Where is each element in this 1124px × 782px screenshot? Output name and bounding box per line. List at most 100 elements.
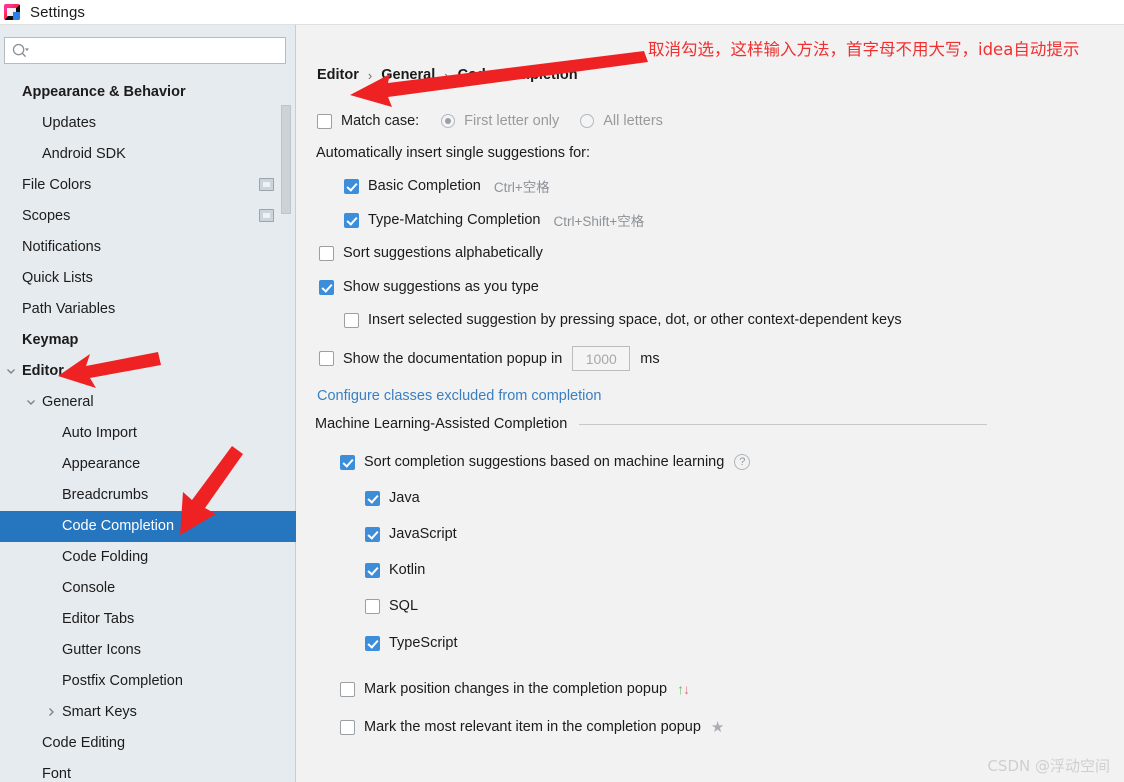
sidebar-item-quick-lists[interactable]: Quick Lists <box>0 263 296 294</box>
sort-alphabetically-row: Sort suggestions alphabetically <box>319 245 543 261</box>
sidebar-item-label: Notifications <box>22 239 101 256</box>
show-as-you-type-checkbox[interactable] <box>319 279 334 295</box>
sidebar-item-path-variables[interactable]: Path Variables <box>0 294 296 325</box>
basic-completion-shortcut: Ctrl+空格 <box>493 180 550 195</box>
doc-popup-unit-label: ms <box>640 350 660 367</box>
sidebar-item-label: Code Folding <box>62 549 149 566</box>
chevron-down-icon[interactable] <box>5 365 17 377</box>
basic-completion-checkbox[interactable] <box>344 178 359 194</box>
radio-first-letter-only-label: First letter only <box>464 113 560 129</box>
sidebar-item-console[interactable]: Console <box>0 573 296 604</box>
sidebar-item-label: Font <box>42 766 72 782</box>
ml-lang-java-row: Java <box>365 490 420 506</box>
sidebar-item-label: Breadcrumbs <box>62 487 149 504</box>
sidebar-item-appearance[interactable]: Appearance <box>0 449 296 480</box>
breadcrumb-crumb[interactable]: General <box>381 67 435 83</box>
sidebar-item-android-sdk[interactable]: Android SDK <box>0 139 296 170</box>
type-matching-completion-checkbox[interactable] <box>344 212 359 228</box>
sidebar-item-font[interactable]: Font <box>0 759 296 782</box>
sidebar-item-postfix-completion[interactable]: Postfix Completion <box>0 666 296 697</box>
arrow-down-icon: ↓ <box>683 681 690 697</box>
sidebar-item-updates[interactable]: Updates <box>0 108 296 139</box>
sidebar-item-label: Editor Tabs <box>62 611 135 628</box>
ml-lang-javascript-checkbox[interactable] <box>365 526 380 542</box>
mark-relevant-row: Mark the most relevant item in the compl… <box>340 718 724 736</box>
mark-position-label: Mark position changes in the completion … <box>364 681 668 697</box>
type-matching-completion-shortcut: Ctrl+Shift+空格 <box>553 214 645 229</box>
ml-lang-javascript-row: JavaScript <box>365 526 457 542</box>
show-as-you-type-row: Show suggestions as you type <box>319 279 539 295</box>
sidebar-scrollbar[interactable] <box>281 105 291 351</box>
chevron-down-icon[interactable] <box>25 396 37 408</box>
mark-relevant-label: Mark the most relevant item in the compl… <box>364 719 701 735</box>
ml-lang-sql-checkbox[interactable] <box>365 598 380 614</box>
sidebar-item-notifications[interactable]: Notifications <box>0 232 296 263</box>
sidebar-scrollbar-thumb[interactable] <box>281 105 291 214</box>
ml-lang-typescript-label: TypeScript <box>389 635 458 651</box>
search-field[interactable] <box>4 37 286 64</box>
basic-completion-label: Basic Completion <box>368 178 481 194</box>
search-input[interactable] <box>33 38 281 63</box>
radio-first-letter-only[interactable] <box>441 114 456 128</box>
ml-lang-java-checkbox[interactable] <box>365 490 380 506</box>
sidebar-item-code-editing[interactable]: Code Editing <box>0 728 296 759</box>
sidebar-item-appearance-behavior[interactable]: Appearance & Behavior <box>0 77 296 108</box>
ml-section-header: Machine Learning-Assisted Completion <box>315 416 987 432</box>
configure-excluded-classes-link[interactable]: Configure classes excluded from completi… <box>317 388 602 404</box>
sidebar-item-label: General <box>42 394 94 411</box>
doc-popup-row: Show the documentation popup in 1000 ms <box>319 346 660 371</box>
insert-selected-suggestion-row: Insert selected suggestion by pressing s… <box>344 312 902 328</box>
mark-relevant-checkbox[interactable] <box>340 719 355 735</box>
sidebar-item-label: Editor <box>22 363 64 380</box>
mark-position-checkbox[interactable] <box>340 681 355 697</box>
sidebar-item-label: Code Completion <box>62 518 175 535</box>
sidebar-item-gutter-icons[interactable]: Gutter Icons <box>0 635 296 666</box>
sidebar-item-file-colors[interactable]: File Colors <box>0 170 296 201</box>
doc-popup-delay-input[interactable]: 1000 <box>572 346 631 371</box>
sidebar-item-auto-import[interactable]: Auto Import <box>0 418 296 449</box>
settings-content: Editor › General › Code Completion Match cas… <box>297 25 1124 782</box>
title-bar: Settings <box>0 0 1124 25</box>
show-as-you-type-label: Show suggestions as you type <box>343 279 539 295</box>
match-case-checkbox[interactable] <box>317 113 332 129</box>
sidebar-item-editor-tabs[interactable]: Editor Tabs <box>0 604 296 635</box>
sort-ml-label: Sort completion suggestions based on mac… <box>364 454 725 470</box>
breadcrumb-crumb[interactable]: Code Completion <box>458 67 578 83</box>
sidebar-item-label: Quick Lists <box>22 270 93 287</box>
chevron-right-icon[interactable] <box>45 706 57 718</box>
sort-ml-checkbox[interactable] <box>340 454 355 470</box>
scope-indicator-icon <box>259 209 274 222</box>
sidebar-item-code-completion[interactable]: Code Completion <box>0 511 296 542</box>
settings-window: Settings Appearance & Behavior Updates And… <box>0 0 1124 782</box>
ml-lang-sql-label: SQL <box>389 598 419 614</box>
sidebar-item-scopes[interactable]: Scopes <box>0 201 296 232</box>
sidebar-item-editor[interactable]: Editor <box>0 356 296 387</box>
breadcrumb-separator: › <box>444 67 449 83</box>
sort-alphabetically-label: Sort suggestions alphabetically <box>343 245 543 261</box>
sidebar-item-label: Code Editing <box>42 735 126 752</box>
insert-selected-suggestion-checkbox[interactable] <box>344 312 359 328</box>
basic-completion-row: Basic Completion Ctrl+空格 <box>344 176 550 196</box>
sidebar-item-keymap[interactable]: Keymap <box>0 325 296 356</box>
ml-lang-kotlin-checkbox[interactable] <box>365 562 380 578</box>
ml-lang-typescript-checkbox[interactable] <box>365 635 380 651</box>
sidebar-item-general[interactable]: General <box>0 387 296 418</box>
breadcrumb-crumb[interactable]: Editor <box>317 67 359 83</box>
doc-popup-checkbox[interactable] <box>319 351 334 366</box>
window-title: Settings <box>30 3 85 21</box>
question-mark-icon[interactable]: ? <box>734 454 751 470</box>
sidebar-item-label: Gutter Icons <box>62 642 141 659</box>
settings-tree: Appearance & Behavior Updates Android SDK F… <box>0 77 296 782</box>
sidebar-item-smart-keys[interactable]: Smart Keys <box>0 697 296 728</box>
search-icon <box>12 43 29 58</box>
match-case-row: Match case: First letter only All letter… <box>317 113 663 129</box>
breadcrumb: Editor › General › Code Completion <box>317 67 578 83</box>
sidebar-item-breadcrumbs[interactable]: Breadcrumbs <box>0 480 296 511</box>
radio-all-letters[interactable] <box>580 114 595 128</box>
sort-alphabetically-checkbox[interactable] <box>319 245 334 261</box>
sidebar-item-code-folding[interactable]: Code Folding <box>0 542 296 573</box>
sidebar-item-label: Updates <box>42 115 97 132</box>
sidebar-item-label: Scopes <box>22 208 71 225</box>
ml-lang-sql-row: SQL <box>365 598 418 614</box>
type-matching-completion-row: Type-Matching Completion Ctrl+Shift+空格 <box>344 210 644 230</box>
